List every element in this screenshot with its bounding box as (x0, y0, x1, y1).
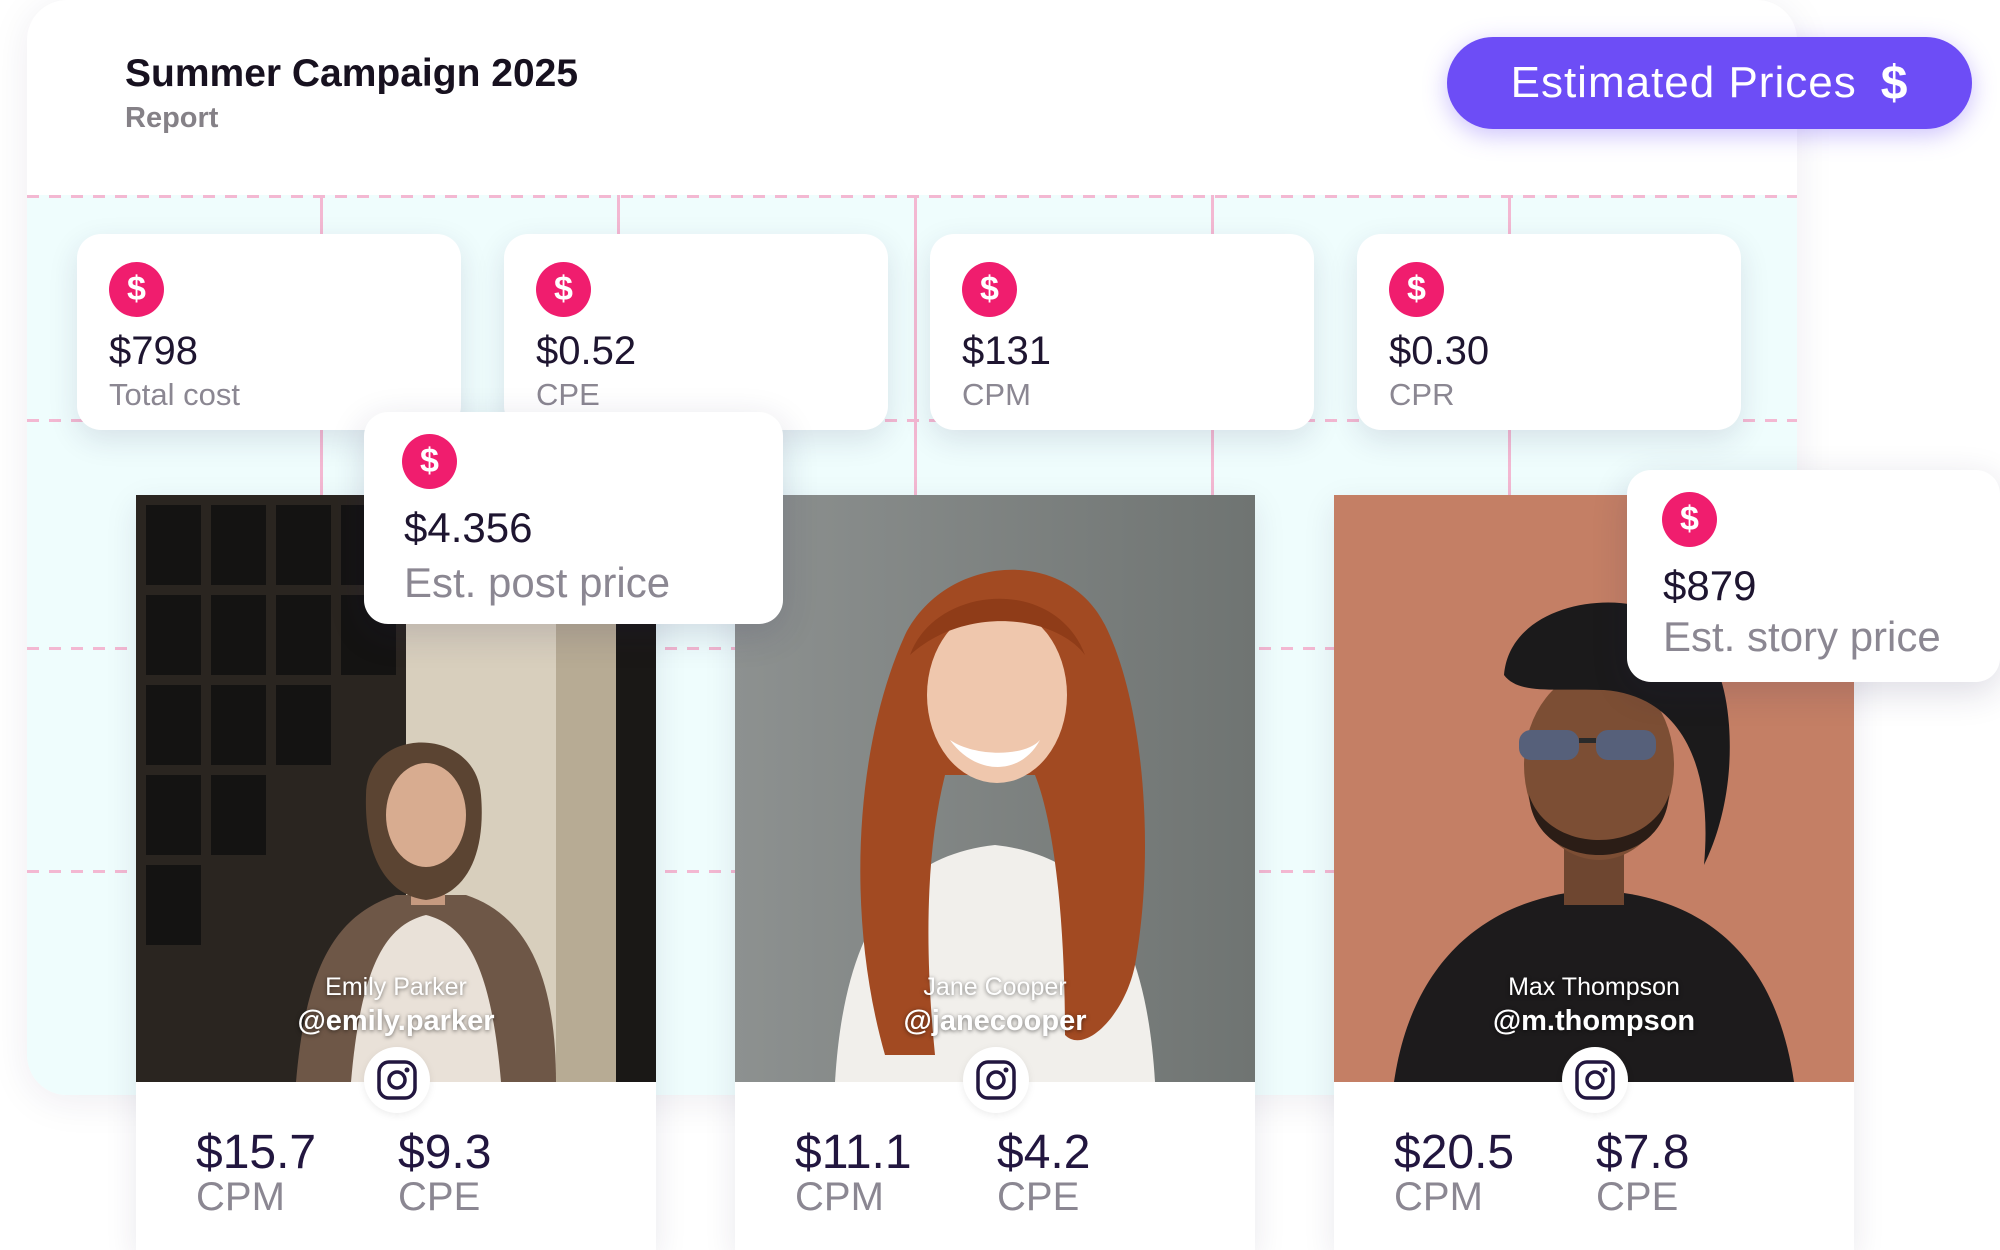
metric-value: $11.1 (795, 1126, 912, 1179)
page-subtitle: Report (125, 102, 219, 134)
influencer-name: Jane Cooper (923, 973, 1067, 1001)
metric-value: $20.5 (1394, 1126, 1515, 1179)
est-story-price-popup: $ $879 Est. story price (1627, 470, 2000, 682)
dollar-icon: $ (109, 262, 164, 317)
popup-value: $879 (1663, 562, 1757, 609)
dollar-icon: $ (962, 262, 1017, 317)
dollar-icon: $ (1662, 492, 1717, 547)
est-post-price-popup: $ $4.356 Est. post price (364, 412, 783, 624)
stat-label: Total cost (109, 377, 240, 412)
stat-label: CPE (536, 377, 600, 412)
metric-value: $15.7 (196, 1126, 317, 1179)
metric-label: CPE (997, 1175, 1080, 1219)
stat-label: CPR (1389, 377, 1455, 412)
metric-label: CPE (1596, 1175, 1679, 1219)
estimated-prices-label: Estimated Prices (1510, 58, 1857, 107)
influencer-name: Max Thompson (1508, 973, 1680, 1001)
instagram-icon[interactable] (1562, 1047, 1628, 1113)
stat-card-total-cost: $ $798 Total cost (77, 234, 461, 430)
influencer-handle[interactable]: @janecooper (735, 1005, 1255, 1038)
metric-label: CPM (196, 1175, 285, 1219)
stat-value: $0.30 (1389, 329, 1490, 373)
metric-value: $9.3 (398, 1126, 492, 1179)
instagram-icon[interactable] (364, 1047, 430, 1113)
dollar-icon: $ (1389, 262, 1444, 317)
stat-value: $131 (962, 329, 1051, 373)
influencer-handle[interactable]: @m.thompson (1334, 1005, 1854, 1038)
dollar-icon: $ (402, 434, 457, 489)
instagram-icon[interactable] (963, 1047, 1029, 1113)
stat-label: CPM (962, 377, 1031, 412)
dollar-icon: $ (536, 262, 591, 317)
stat-card-cpr: $ $0.30 CPR (1357, 234, 1741, 430)
popup-label: Est. story price (1663, 613, 1941, 660)
metric-label: CPM (1394, 1175, 1483, 1219)
metric-value: $4.2 (997, 1126, 1091, 1179)
estimated-prices-button[interactable]: Estimated Prices $ (1447, 37, 1972, 129)
metric-value: $7.8 (1596, 1126, 1690, 1179)
stat-card-cpm: $ $131 CPM (930, 234, 1314, 430)
metric-label: CPM (795, 1175, 884, 1219)
popup-value: $4.356 (404, 504, 533, 551)
influencer-handle[interactable]: @emily.parker (136, 1005, 656, 1038)
stat-card-cpe: $ $0.52 CPE (504, 234, 888, 430)
dollar-icon: $ (1880, 56, 1909, 110)
influencer-photo: Jane Cooper @janecooper (735, 495, 1255, 1082)
metric-label: CPE (398, 1175, 481, 1219)
popup-label: Est. post price (404, 559, 671, 606)
influencer-card[interactable]: Jane Cooper @janecooper $11.1 CPM $4.2 C… (735, 495, 1255, 1250)
stat-value: $798 (109, 329, 198, 373)
page-title: Summer Campaign 2025 (125, 52, 579, 95)
influencer-name: Emily Parker (325, 973, 467, 1001)
stat-value: $0.52 (536, 329, 637, 373)
